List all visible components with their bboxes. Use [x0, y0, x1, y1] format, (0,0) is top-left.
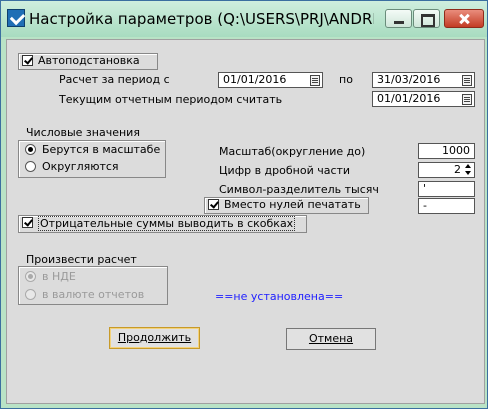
cancel-button[interactable]: Отмена	[286, 328, 376, 350]
calendar-icon[interactable]	[310, 75, 320, 86]
auto-substitution-checkbox[interactable]	[22, 55, 33, 66]
scale-option-label: Берутся в масштабе	[42, 143, 161, 156]
dialog-window: Настройка параметров (Q:\USERS\PRJ\ANDRE…	[0, 0, 488, 409]
negative-checkbox[interactable]	[22, 217, 33, 228]
current-period-label: Текущим отчетным периодом считать	[59, 93, 283, 106]
date-to-value: 31/03/2016	[377, 73, 441, 86]
decimals-value: 2	[454, 163, 461, 176]
report-currency-option-label: в валюте отчетов	[42, 288, 145, 301]
date-to-field[interactable]: 31/03/2016	[372, 72, 475, 88]
maximize-icon	[414, 10, 439, 27]
scale-label: Масштаб(округление до)	[219, 145, 366, 158]
app-icon	[7, 9, 25, 27]
zeros-field[interactable]: -	[418, 198, 475, 214]
separator-label: Символ-разделитель тысяч	[219, 183, 379, 196]
round-radio[interactable]	[25, 161, 36, 172]
zeros-checkbox[interactable]	[208, 199, 219, 210]
negative-label: Отрицательные суммы выводить в скобках	[38, 216, 296, 231]
current-period-value: 01/01/2016	[377, 92, 441, 105]
auto-substitution-label: Автоподстановка	[38, 54, 140, 67]
numeric-group-label: Числовые значения	[26, 126, 140, 139]
title-bar[interactable]: Настройка параметров (Q:\USERS\PRJ\ANDRE…	[1, 1, 487, 37]
nde-radio[interactable]	[25, 271, 36, 282]
continue-button-label: Продолжить	[117, 331, 192, 344]
date-from-field[interactable]: 01/01/2016	[218, 72, 323, 88]
minimize-icon	[386, 10, 411, 27]
close-button[interactable]	[444, 9, 484, 28]
decimals-label: Цифр в дробной части	[219, 164, 351, 177]
close-icon	[445, 10, 483, 27]
window-title: Настройка параметров (Q:\USERS\PRJ\ANDRE…	[29, 10, 374, 28]
date-from-value: 01/01/2016	[223, 73, 287, 86]
period-from-label: Расчет за период с	[59, 73, 170, 86]
separator-field[interactable]: '	[418, 181, 475, 197]
report-currency-radio[interactable]	[25, 289, 36, 300]
cancel-button-label: Отмена	[308, 332, 354, 345]
nde-option-label: в НДЕ	[42, 270, 76, 283]
calendar-icon[interactable]	[462, 75, 472, 86]
round-option-label: Округляются	[42, 160, 119, 173]
dialog-body: Автоподстановка Расчет за период с 01/01…	[6, 39, 485, 404]
minimize-button[interactable]	[385, 9, 412, 28]
calendar-icon[interactable]	[462, 94, 472, 105]
spin-arrows-icon[interactable]	[464, 164, 473, 176]
calc-group-label: Произвести расчет	[26, 253, 137, 266]
decimals-field[interactable]: 2	[418, 162, 475, 178]
current-period-field[interactable]: 01/01/2016	[372, 91, 475, 107]
continue-button[interactable]: Продолжить	[109, 327, 200, 349]
scale-field[interactable]: 1000	[418, 143, 475, 159]
zeros-label: Вместо нулей печатать	[224, 198, 361, 211]
maximize-button[interactable]	[413, 9, 440, 28]
period-to-label: по	[339, 73, 353, 86]
calc-status-text: ==не установлена==	[215, 290, 344, 303]
scale-radio[interactable]	[25, 144, 36, 155]
